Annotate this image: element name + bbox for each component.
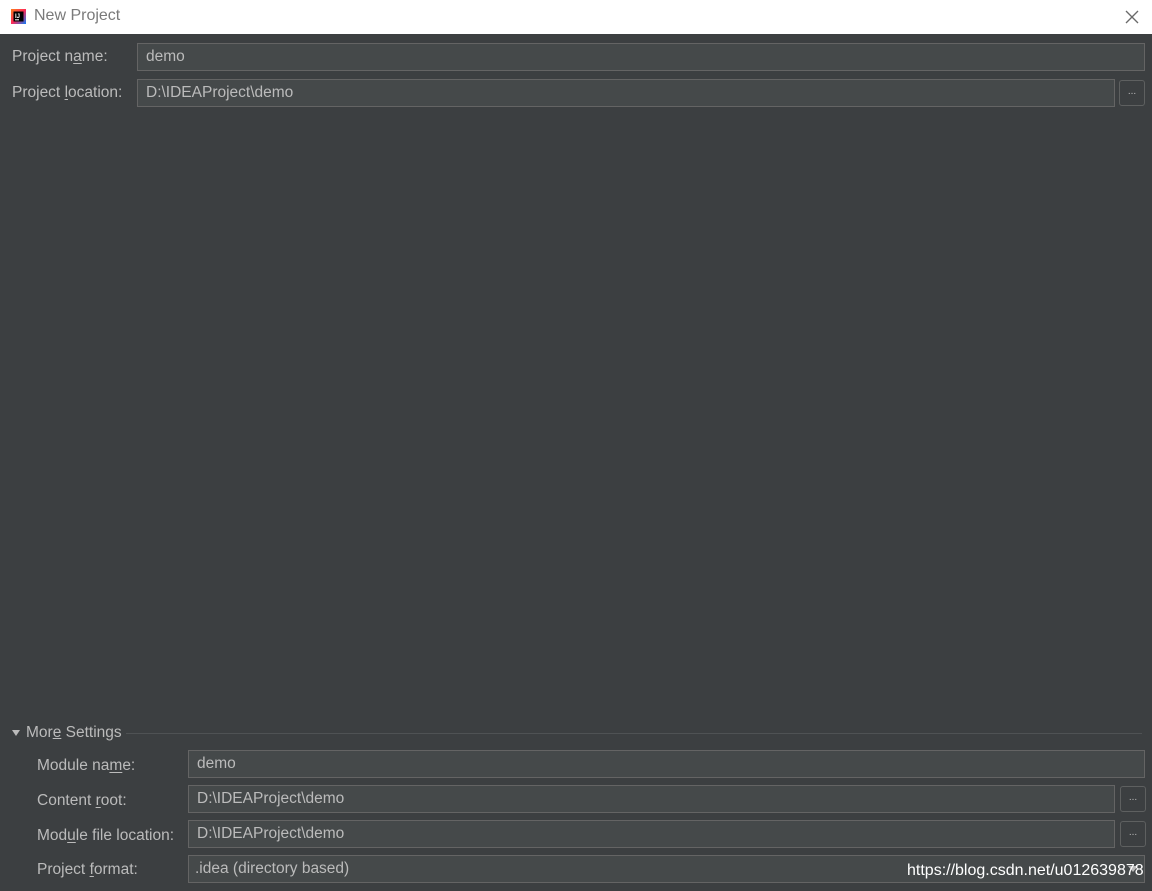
title-bar: IJ New Project (0, 0, 1152, 34)
module-file-location-browse-button[interactable]: ... (1120, 821, 1146, 847)
project-format-label-text-end: ormat: (93, 861, 138, 878)
module-file-location-input[interactable]: D:\IDEAProject\demo (188, 820, 1115, 848)
svg-text:IJ: IJ (15, 14, 20, 20)
module-name-input[interactable]: demo (188, 750, 1145, 778)
project-name-label: Project name: (12, 48, 108, 66)
expand-triangle-icon (12, 730, 20, 736)
module-file-location-mnemonic: u (67, 827, 76, 844)
module-name-mnemonic: m (109, 757, 123, 774)
project-format-label-text: Project (37, 861, 90, 878)
content-root-input[interactable]: D:\IDEAProject\demo (188, 785, 1115, 813)
project-location-input[interactable]: D:\IDEAProject\demo (137, 79, 1115, 107)
project-location-label-text-end: ocation: (68, 84, 123, 101)
content-root-browse-button[interactable]: ... (1120, 786, 1146, 812)
intellij-idea-icon: IJ (11, 9, 26, 24)
close-icon[interactable] (1120, 5, 1144, 29)
more-settings-label-text: Mor (26, 724, 53, 741)
content-root-label: Content root: (37, 792, 127, 810)
more-settings-label: More Settings (26, 724, 122, 742)
content-root-label-text: Content (37, 792, 96, 809)
module-file-location-label-text: Mod (37, 827, 68, 844)
module-name-label-text-end: e: (122, 757, 136, 774)
project-name-label-text-end: me: (81, 48, 108, 65)
more-settings-label-text-end: Settings (61, 724, 122, 741)
project-format-label: Project format: (37, 861, 138, 879)
window-title: New Project (34, 7, 121, 24)
project-name-label-text: Project n (12, 48, 74, 65)
module-name-label-text: Module na (37, 757, 110, 774)
module-name-label: Module name: (37, 757, 135, 775)
project-location-browse-button[interactable]: ... (1119, 80, 1145, 106)
project-name-input[interactable]: demo (137, 43, 1145, 71)
content-root-label-text-end: oot: (100, 792, 127, 809)
section-divider (126, 733, 1142, 734)
project-location-label: Project location: (12, 84, 122, 102)
more-settings-toggle[interactable]: More Settings (12, 724, 122, 742)
watermark-text: https://blog.csdn.net/u012639878 (907, 862, 1144, 879)
project-name-mnemonic: a (73, 48, 82, 65)
project-location-label-text: Project (12, 84, 65, 101)
module-file-location-label-text-end: le file location: (75, 827, 175, 844)
module-file-location-label: Module file location: (37, 827, 174, 845)
